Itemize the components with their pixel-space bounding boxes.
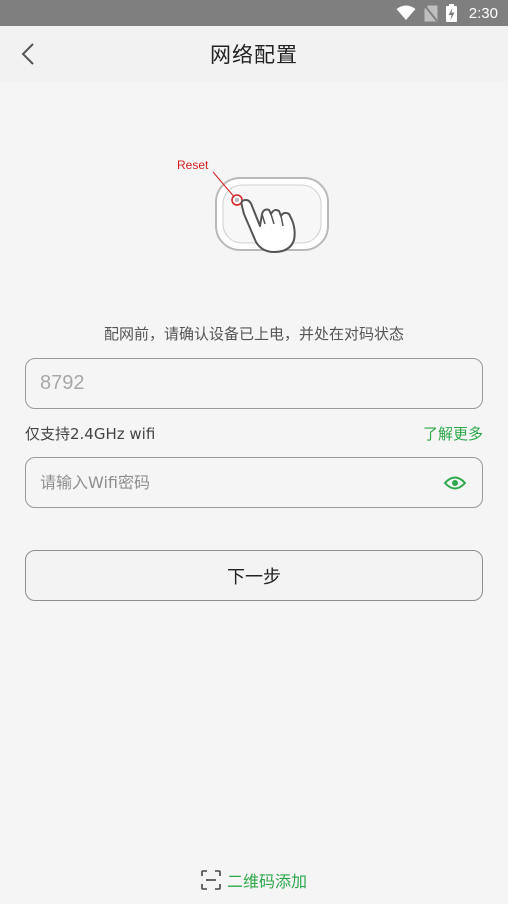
wifi-ssid-value: 8792 xyxy=(40,372,85,394)
wifi-icon xyxy=(396,5,416,21)
wifi-password-input[interactable] xyxy=(40,473,420,492)
back-button[interactable] xyxy=(14,40,42,68)
show-password-toggle[interactable] xyxy=(442,470,468,496)
wifi-ssid-field[interactable]: 8792 xyxy=(25,358,483,409)
next-step-button[interactable]: 下一步 xyxy=(25,550,483,601)
no-sim-icon xyxy=(424,4,438,22)
eye-icon xyxy=(444,476,466,489)
qr-code-add-button[interactable]: 二维码添加 xyxy=(0,868,508,892)
support-row: 仅支持2.4GHz wifi 了解更多 xyxy=(25,423,483,444)
wifi-support-note: 仅支持2.4GHz wifi xyxy=(25,425,156,443)
pairing-instruction: 配网前，请确认设备已上电，并处在对码状态 xyxy=(103,325,404,343)
status-bar: 2:30 xyxy=(0,0,508,26)
reset-illustration: Reset xyxy=(170,150,340,260)
status-time: 2:30 xyxy=(468,4,498,22)
reset-label: Reset xyxy=(177,158,209,172)
header-bar: 网络配置 xyxy=(0,26,508,82)
chevron-left-icon xyxy=(21,43,34,65)
qr-code-add-label: 二维码添加 xyxy=(226,872,307,891)
learn-more-link[interactable]: 了解更多 xyxy=(423,423,483,444)
page-title: 网络配置 xyxy=(210,43,298,67)
battery-charging-icon xyxy=(445,4,457,22)
scan-icon xyxy=(201,870,221,890)
wifi-password-field xyxy=(25,457,483,508)
